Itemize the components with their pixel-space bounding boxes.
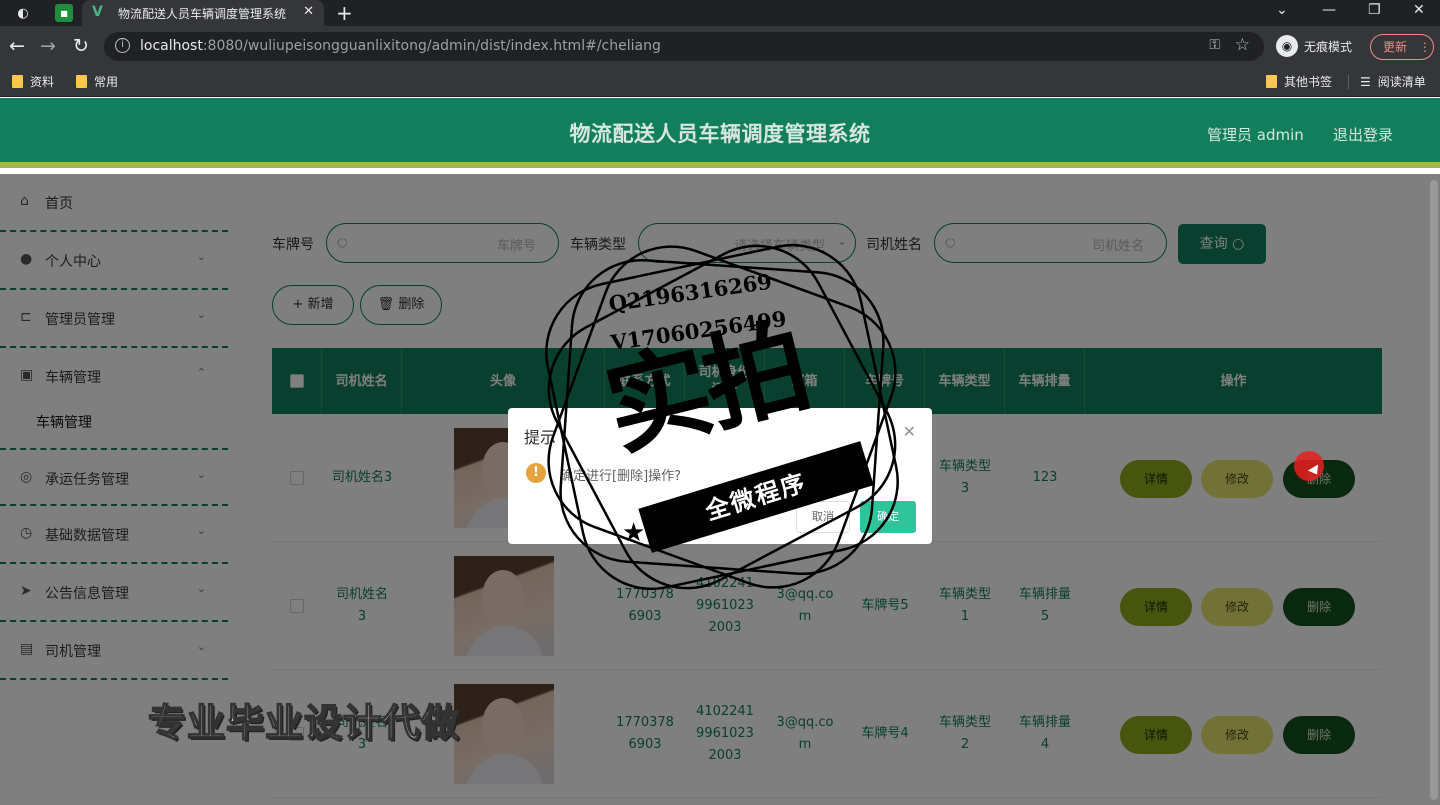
logout-link[interactable]: 退出登录 bbox=[1333, 124, 1393, 145]
bookmarks-bar: 资料 常用 其他书签 ☰ 阅读清单 bbox=[0, 67, 1440, 97]
incognito-indicator[interactable]: ◉ 无痕模式 bbox=[1276, 35, 1352, 57]
divider bbox=[1348, 75, 1349, 89]
url-path: :8080/wuliupeisongguanlixitong/admin/dis… bbox=[202, 38, 661, 54]
other-bookmarks-label: 其他书签 bbox=[1284, 75, 1333, 89]
close-window-button[interactable]: ✕ bbox=[1413, 2, 1425, 18]
update-button[interactable]: 更新 ⋮ bbox=[1370, 34, 1434, 60]
reading-list-label: 阅读清单 bbox=[1377, 75, 1426, 89]
url-input[interactable]: i localhost:8080/wuliupeisongguanlixiton… bbox=[104, 32, 1264, 61]
watermark-bottom-text: 专业毕业设计代做 bbox=[147, 700, 461, 746]
site-info-icon[interactable]: i bbox=[115, 38, 130, 53]
bookmark-label: 常用 bbox=[94, 75, 119, 89]
app-header: 物流配送人员车辆调度管理系统 管理员 admin 退出登录 bbox=[0, 98, 1440, 168]
reload-button[interactable]: ↻ bbox=[73, 35, 89, 57]
folder-icon bbox=[12, 75, 23, 88]
vue-logo-icon: V bbox=[92, 4, 103, 20]
reading-list-icon: ☰ bbox=[1360, 74, 1371, 89]
reading-list[interactable]: ☰ 阅读清单 bbox=[1360, 73, 1426, 90]
bookmark-folder[interactable]: 常用 bbox=[76, 73, 118, 90]
current-user: 管理员 admin bbox=[1207, 126, 1304, 144]
minimize-button[interactable]: — bbox=[1322, 2, 1336, 18]
bookmark-label: 资料 bbox=[30, 75, 55, 89]
key-icon[interactable]: ⚿ bbox=[1209, 37, 1220, 53]
folder-icon bbox=[76, 75, 87, 88]
tab-title: 物流配送人员车辆调度管理系统 bbox=[118, 7, 287, 21]
new-tab-button[interactable]: + bbox=[336, 1, 353, 25]
tab-close-icon[interactable]: ✕ bbox=[303, 4, 314, 19]
browser-tab-bar: ◐ ■ V 物流配送人员车辆调度管理系统 ✕ + ⌄ — ❐ ✕ bbox=[0, 0, 1440, 26]
url-host: localhost bbox=[140, 38, 203, 54]
update-label: 更新 bbox=[1383, 40, 1408, 54]
back-button[interactable]: ← bbox=[9, 35, 25, 57]
scrollbar[interactable] bbox=[1430, 180, 1438, 800]
forward-button[interactable]: → bbox=[40, 35, 56, 57]
star-icon: ★ bbox=[622, 518, 646, 548]
maximize-button[interactable]: ❐ bbox=[1368, 2, 1381, 18]
star-icon: ★ bbox=[836, 466, 860, 496]
bookmark-star-icon[interactable]: ☆ bbox=[1235, 35, 1250, 55]
bookmark-folder[interactable]: 资料 bbox=[12, 73, 54, 90]
incognito-icon: ◉ bbox=[1276, 35, 1298, 57]
incognito-label: 无痕模式 bbox=[1304, 39, 1353, 54]
active-tab[interactable]: V 物流配送人员车辆调度管理系统 ✕ bbox=[82, 0, 324, 26]
menu-dots-icon: ⋮ bbox=[1418, 40, 1431, 54]
other-bookmarks[interactable]: 其他书签 bbox=[1266, 73, 1332, 90]
app-tab-icon[interactable]: ■ bbox=[55, 4, 73, 22]
folder-icon bbox=[1266, 75, 1277, 88]
address-toolbar: ← → ↻ i localhost:8080/wuliupeisongguanl… bbox=[0, 26, 1440, 67]
globe-icon[interactable]: ◐ bbox=[14, 4, 32, 22]
tab-search-icon[interactable]: ⌄ bbox=[1276, 2, 1288, 18]
